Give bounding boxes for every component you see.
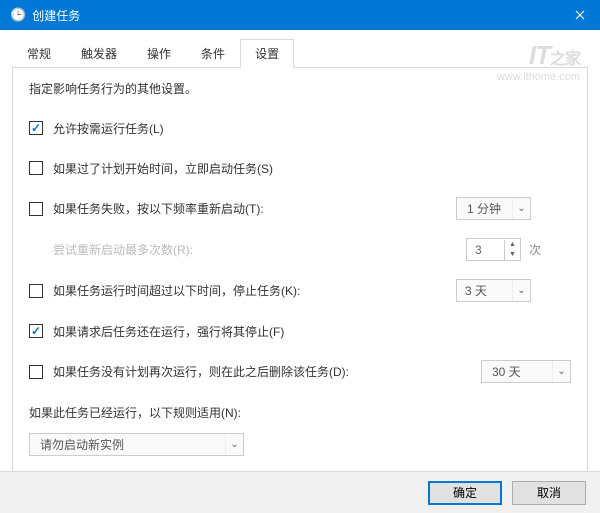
chevron-down-icon: ⌄ (512, 280, 530, 301)
delete-after-label: 如果任务没有计划再次运行，则在此之后删除该任务(D): (53, 363, 349, 380)
tab-general[interactable]: 常规 (12, 39, 66, 68)
settings-description: 指定影响任务行为的其他设置。 (29, 80, 571, 97)
settings-panel: 指定影响任务行为的其他设置。 允许按需运行任务(L) 如果过了计划开始时间，立即… (12, 68, 588, 478)
cancel-button[interactable]: 取消 (512, 481, 586, 505)
close-button[interactable] (560, 0, 600, 30)
chevron-down-icon: ⌄ (552, 361, 570, 382)
allow-on-demand-checkbox[interactable] (29, 121, 43, 135)
delete-after-checkbox[interactable] (29, 365, 43, 379)
restart-attempts-label: 尝试重新启动最多次数(R): (53, 241, 193, 258)
clock-icon: 🕒 (10, 7, 26, 23)
tab-strip: 常规 触发器 操作 条件 设置 (12, 38, 588, 68)
force-stop-checkbox[interactable] (29, 324, 43, 338)
restart-attempts-suffix: 次 (529, 241, 541, 258)
already-running-combo[interactable]: 请勿启动新实例 ⌄ (29, 433, 244, 456)
stop-if-long-label: 如果任务运行时间超过以下时间，停止任务(K): (53, 282, 300, 299)
chevron-down-icon: ⌄ (512, 198, 530, 219)
run-asap-label: 如果过了计划开始时间，立即启动任务(S) (53, 160, 273, 177)
spinner-up-icon[interactable]: ▲ (505, 240, 520, 250)
chevron-down-icon: ⌄ (225, 434, 243, 455)
force-stop-label: 如果请求后任务还在运行，强行将其停止(F) (53, 323, 284, 340)
spinner-down-icon[interactable]: ▼ (505, 250, 520, 260)
window-title: 创建任务 (32, 7, 80, 24)
restart-interval-combo[interactable]: 1 分钟 ⌄ (456, 197, 531, 220)
already-running-label: 如果此任务已经运行，以下规则适用(N): (29, 404, 241, 421)
tab-conditions[interactable]: 条件 (186, 39, 240, 68)
stop-if-long-checkbox[interactable] (29, 284, 43, 298)
delete-after-combo[interactable]: 30 天 ⌄ (481, 360, 571, 383)
run-asap-checkbox[interactable] (29, 161, 43, 175)
stop-duration-combo[interactable]: 3 天 ⌄ (456, 279, 531, 302)
allow-on-demand-label: 允许按需运行任务(L) (53, 120, 164, 137)
close-icon (575, 10, 585, 20)
tab-triggers[interactable]: 触发器 (66, 39, 132, 68)
tab-actions[interactable]: 操作 (132, 39, 186, 68)
titlebar: 🕒 创建任务 (0, 0, 600, 30)
restart-on-fail-label: 如果任务失败，按以下频率重新启动(T): (53, 200, 264, 217)
restart-attempts-spinner[interactable]: 3 ▲▼ (466, 238, 521, 261)
restart-on-fail-checkbox[interactable] (29, 202, 43, 216)
tab-settings[interactable]: 设置 (240, 39, 294, 68)
ok-button[interactable]: 确定 (428, 481, 502, 505)
dialog-footer: 确定 取消 (0, 471, 600, 513)
